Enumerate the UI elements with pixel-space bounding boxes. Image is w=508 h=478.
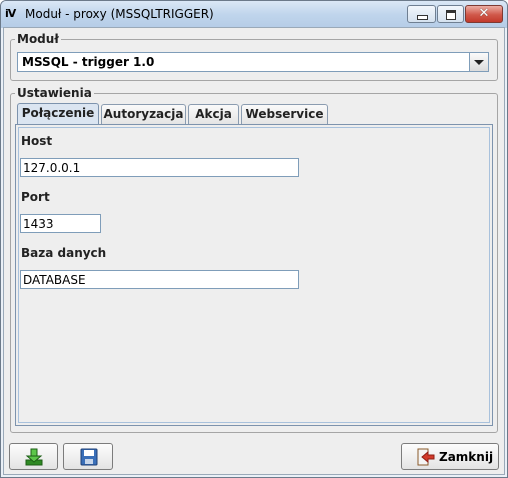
port-label: Port bbox=[21, 190, 50, 204]
minimize-icon bbox=[417, 15, 428, 20]
close-button-label: Zamknij bbox=[439, 450, 494, 464]
database-label: Baza danych bbox=[21, 246, 107, 260]
save-icon bbox=[80, 448, 98, 466]
tab-polaczenie[interactable]: Połączenie bbox=[17, 103, 99, 125]
maximize-button[interactable] bbox=[437, 5, 464, 23]
app-logo: iV bbox=[5, 7, 16, 20]
download-icon bbox=[25, 448, 43, 466]
module-group-legend: Moduł bbox=[15, 32, 61, 46]
close-window-button[interactable]: ✕ bbox=[465, 5, 503, 23]
host-label: Host bbox=[21, 134, 53, 148]
database-input[interactable] bbox=[20, 270, 299, 289]
title-bar[interactable]: iV Moduł - proxy (MSSQLTRIGGER) ✕ bbox=[1, 1, 507, 28]
chevron-down-icon[interactable] bbox=[469, 53, 488, 71]
minimize-button[interactable] bbox=[407, 5, 436, 23]
port-input[interactable] bbox=[20, 214, 101, 233]
module-select-value: MSSQL - trigger 1.0 bbox=[22, 55, 155, 69]
settings-group-legend: Ustawienia bbox=[15, 86, 94, 100]
tab-autoryzacja[interactable]: Autoryzacja bbox=[101, 104, 186, 124]
exit-icon bbox=[417, 448, 435, 466]
save-button[interactable] bbox=[63, 443, 113, 470]
tab-akcja[interactable]: Akcja bbox=[188, 104, 239, 124]
close-button[interactable]: Zamknij bbox=[401, 443, 499, 470]
maximize-icon bbox=[446, 10, 456, 20]
import-button[interactable] bbox=[9, 443, 58, 470]
host-input[interactable] bbox=[20, 158, 299, 177]
module-select[interactable]: MSSQL - trigger 1.0 bbox=[17, 52, 489, 72]
tab-webservice[interactable]: Webservice bbox=[241, 104, 328, 124]
close-icon: ✕ bbox=[478, 6, 490, 21]
window-title: Moduł - proxy (MSSQLTRIGGER) bbox=[25, 7, 214, 21]
